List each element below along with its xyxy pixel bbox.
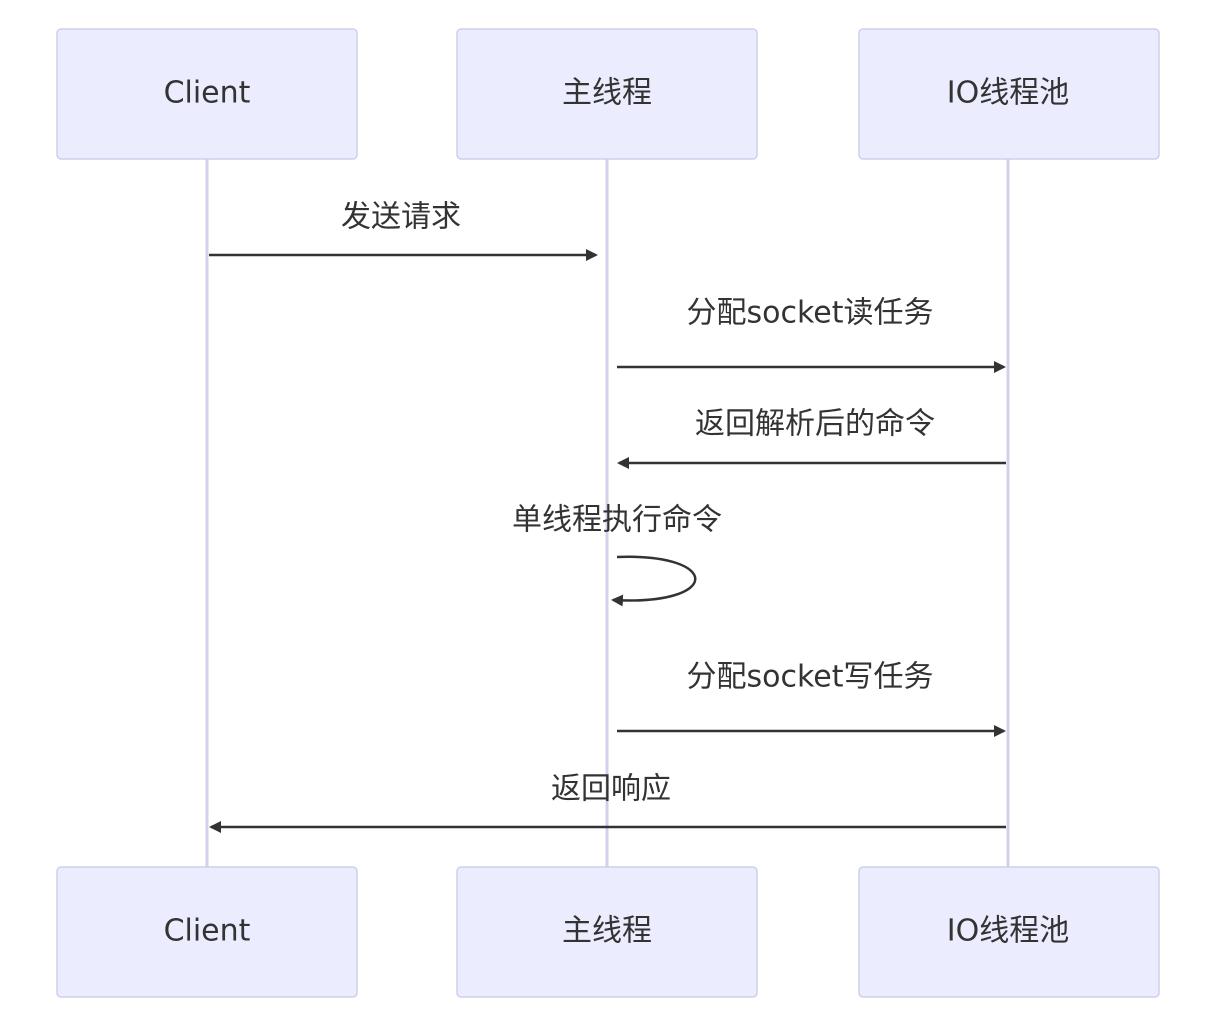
participant-io-thread-pool-bottom: IO线程池 — [858, 866, 1160, 998]
participant-label: IO线程池 — [947, 76, 1069, 111]
message-label: 发送请求 — [341, 200, 461, 235]
message-label: 分配socket读任务 — [686, 296, 933, 331]
message-single-thread-execute: 单线程执行命令 — [512, 503, 722, 607]
participant-label: IO线程池 — [947, 914, 1069, 949]
participant-label: 主线程 — [562, 914, 652, 949]
participant-main-thread-bottom: 主线程 — [456, 866, 758, 998]
message-assign-read-task: 分配socket读任务 — [617, 296, 1006, 373]
participant-main-thread-top: 主线程 — [456, 28, 758, 160]
message-send-request: 发送请求 — [209, 200, 598, 261]
participant-client-bottom: Client — [56, 866, 358, 998]
message-return-parsed-command: 返回解析后的命令 — [617, 407, 1006, 469]
participant-label: Client — [164, 76, 251, 111]
message-label: 返回解析后的命令 — [695, 407, 935, 442]
participant-client-top: Client — [56, 28, 358, 160]
message-assign-write-task: 分配socket写任务 — [617, 660, 1006, 737]
self-loop-arrow — [611, 555, 697, 607]
message-label: 分配socket写任务 — [686, 660, 933, 695]
participant-io-thread-pool-top: IO线程池 — [858, 28, 1160, 160]
participant-label: 主线程 — [562, 76, 652, 111]
participant-label: Client — [164, 914, 251, 949]
message-label: 返回响应 — [551, 772, 671, 807]
sequence-diagram: Client 主线程 IO线程池 发送请求 分配socket读任务 返回解析后的… — [56, 28, 1160, 998]
message-label: 单线程执行命令 — [512, 503, 722, 538]
